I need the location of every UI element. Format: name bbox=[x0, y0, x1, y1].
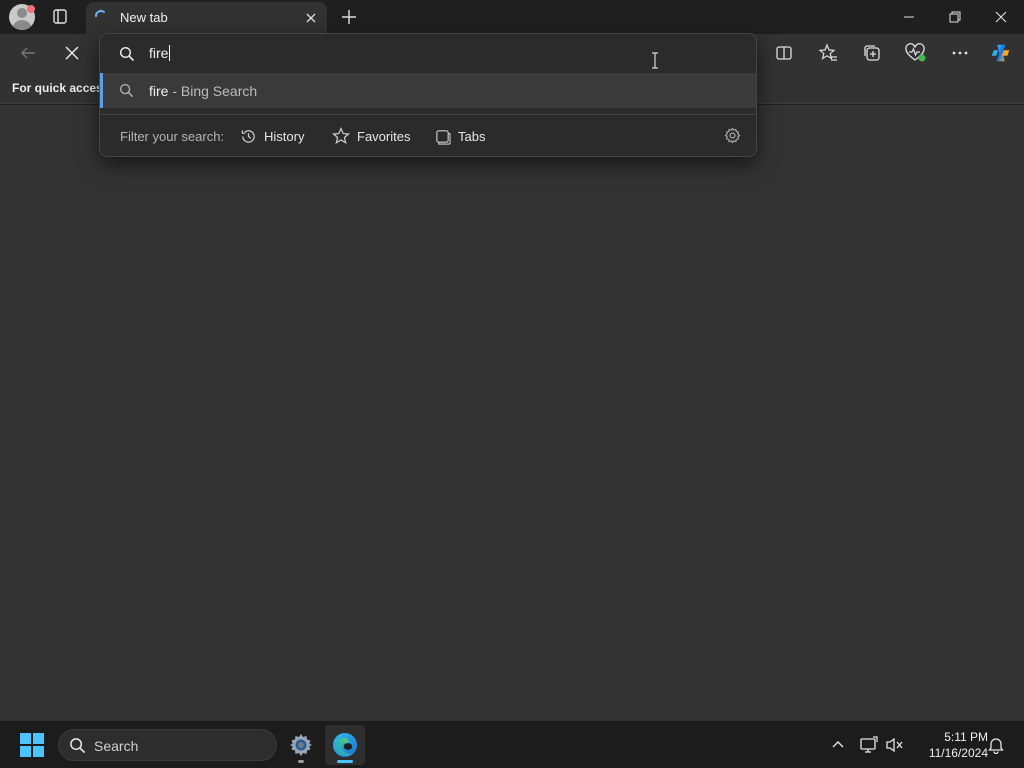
restore-button[interactable] bbox=[932, 0, 978, 34]
close-tab-icon[interactable] bbox=[303, 10, 319, 26]
tab-new-tab[interactable]: New tab bbox=[86, 2, 327, 34]
taskbar-settings-app[interactable] bbox=[281, 725, 321, 765]
address-bar-dropdown: fire fire - Bing Search Filter your sear… bbox=[99, 33, 757, 157]
history-icon bbox=[241, 129, 255, 143]
close-icon bbox=[995, 11, 1007, 23]
new-tab-button[interactable] bbox=[339, 7, 359, 27]
plus-icon bbox=[342, 10, 356, 24]
tabs-icon bbox=[436, 129, 451, 145]
suggestion-text: fire - Bing Search bbox=[149, 83, 257, 99]
copilot-icon bbox=[991, 44, 1010, 62]
app-running-indicator bbox=[298, 760, 304, 763]
settings-and-more-button[interactable] bbox=[949, 42, 971, 64]
address-bar[interactable]: fire bbox=[100, 34, 756, 72]
loading-spinner-icon bbox=[93, 8, 109, 24]
collections-icon bbox=[864, 45, 880, 61]
system-clock[interactable]: 5:11 PM 11/16/2024 bbox=[912, 729, 988, 761]
tab-actions-icon[interactable] bbox=[48, 6, 72, 28]
suggestion-engine: - Bing Search bbox=[168, 83, 258, 99]
filter-label: Filter your search: bbox=[120, 129, 225, 144]
edge-icon bbox=[333, 733, 357, 757]
taskbar-search-placeholder: Search bbox=[94, 738, 139, 754]
more-icon bbox=[952, 51, 968, 55]
clock-date: 11/16/2024 bbox=[928, 746, 988, 760]
speaker-muted-icon bbox=[886, 737, 903, 753]
chevron-up-icon bbox=[832, 741, 844, 748]
bell-icon bbox=[988, 738, 1004, 754]
back-button[interactable] bbox=[17, 42, 39, 64]
filter-tabs-button[interactable]: Tabs bbox=[434, 125, 485, 147]
favorites-icon bbox=[818, 43, 837, 61]
app-active-indicator bbox=[337, 760, 353, 763]
start-button[interactable] bbox=[20, 733, 44, 757]
search-icon bbox=[119, 46, 135, 62]
close-window-button[interactable] bbox=[978, 0, 1024, 34]
network-display-tray[interactable] bbox=[859, 735, 879, 755]
favorites-bar-hint: For quick access bbox=[12, 81, 110, 95]
notifications-button[interactable] bbox=[986, 735, 1006, 755]
filter-favorites-button[interactable]: Favorites bbox=[332, 125, 410, 147]
text-caret bbox=[169, 45, 171, 61]
profile-notification-badge bbox=[27, 5, 35, 13]
tab-title: New tab bbox=[120, 10, 168, 25]
settings-app-icon bbox=[290, 734, 312, 756]
split-screen-button[interactable] bbox=[773, 42, 795, 64]
suggestion-query: fire bbox=[149, 83, 169, 99]
taskbar-search-box[interactable]: Search bbox=[58, 729, 277, 761]
filter-history-button[interactable]: History bbox=[240, 125, 304, 147]
search-settings-button[interactable] bbox=[724, 127, 741, 144]
browser-essentials-icon bbox=[905, 43, 926, 62]
back-arrow-icon bbox=[21, 47, 35, 59]
search-suggestion-item[interactable]: fire - Bing Search bbox=[100, 73, 756, 108]
volume-tray[interactable] bbox=[885, 735, 905, 755]
title-bar: New tab bbox=[0, 0, 1024, 34]
collections-button[interactable] bbox=[861, 42, 883, 64]
gear-icon bbox=[724, 127, 741, 144]
star-icon bbox=[332, 127, 350, 145]
filter-history-label: History bbox=[264, 128, 305, 144]
stop-loading-button[interactable] bbox=[61, 42, 83, 64]
copilot-button[interactable] bbox=[990, 42, 1012, 64]
browser-essentials-button[interactable] bbox=[905, 42, 927, 64]
stop-icon bbox=[65, 46, 79, 60]
split-screen-icon bbox=[776, 46, 792, 60]
minimize-icon bbox=[904, 16, 914, 18]
restore-icon bbox=[949, 11, 961, 23]
filter-favorites-label: Favorites bbox=[357, 128, 411, 144]
search-filter-row: Filter your search: History Favorites Ta… bbox=[100, 115, 756, 156]
minimize-button[interactable] bbox=[886, 0, 932, 34]
show-hidden-icons-button[interactable] bbox=[828, 735, 848, 755]
address-input[interactable]: fire bbox=[149, 45, 171, 61]
filter-tabs-label: Tabs bbox=[458, 128, 486, 144]
search-icon bbox=[69, 737, 86, 754]
page-content bbox=[0, 105, 1024, 720]
display-icon bbox=[860, 736, 878, 753]
taskbar: Search 5:11 PM 11/16/2024 bbox=[0, 720, 1024, 768]
favorites-button[interactable] bbox=[817, 42, 839, 64]
address-input-text: fire bbox=[149, 45, 169, 61]
clock-time: 5:11 PM bbox=[944, 730, 988, 744]
taskbar-edge-app[interactable] bbox=[325, 725, 365, 765]
i-beam-cursor-icon bbox=[651, 52, 659, 69]
search-icon bbox=[119, 83, 134, 98]
